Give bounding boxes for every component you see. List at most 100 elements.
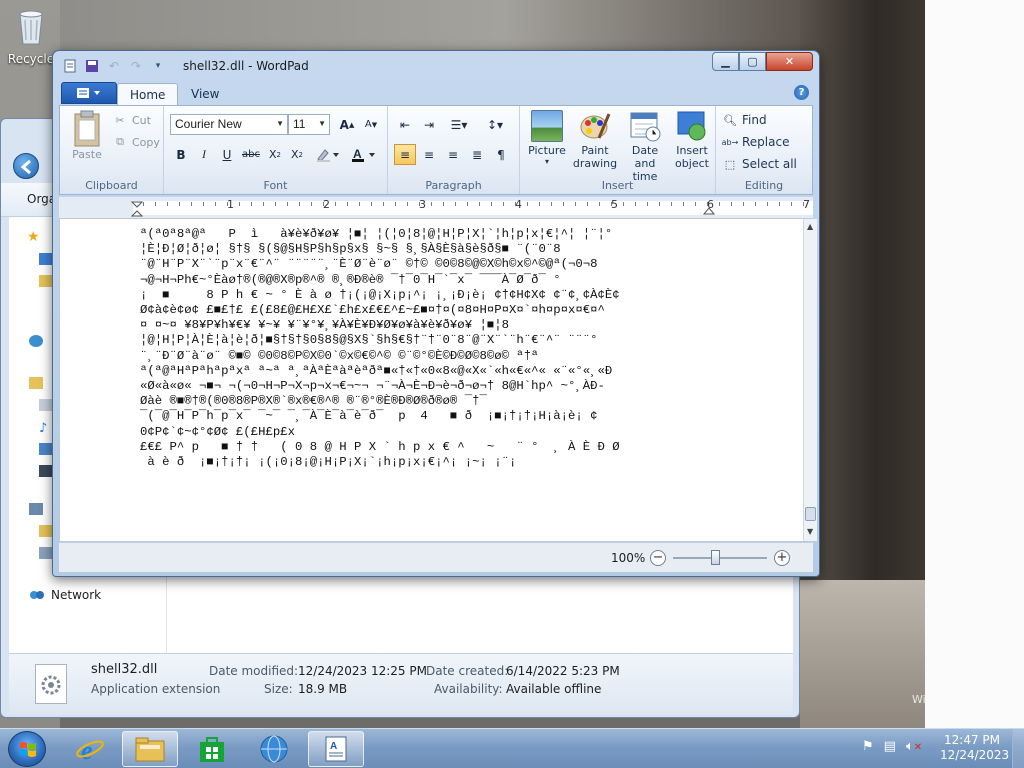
superscript-button[interactable]: X2 (286, 144, 308, 165)
taskbar-file-explorer[interactable] (122, 731, 178, 767)
start-button[interactable] (8, 731, 46, 767)
music-library-icon[interactable]: ♪ (39, 421, 53, 436)
replace-button[interactable]: ab→ Replace (722, 134, 790, 150)
taskbar-internet-explorer[interactable]: e (62, 731, 118, 767)
tab-home[interactable]: Home (117, 83, 179, 105)
document-area[interactable]: ª(ª0ª8ª@ª P ì à¥è¥ð¥ø¥ ¦■¦ ¦(¦0¦8¦@¦H¦P¦… (59, 219, 803, 541)
italic-button[interactable]: I (193, 144, 215, 165)
volume-muted-icon[interactable]: 🔈︎✕ (906, 739, 922, 754)
paint-drawing-button[interactable]: Paint drawing (572, 110, 618, 170)
zoom-slider-thumb[interactable] (711, 550, 720, 565)
underline-button[interactable]: U (216, 144, 238, 165)
libraries-icon[interactable] (29, 377, 43, 389)
highlight-color-button[interactable] (312, 144, 344, 165)
menu-icon (77, 88, 100, 98)
action-center-flag-icon[interactable]: ⚑ (862, 739, 874, 754)
subscript-button[interactable]: X2 (264, 144, 286, 165)
ruler[interactable]: 1 2 3 4 5 6 7 (59, 197, 813, 219)
details-pane: shell32.dll Application extension Date m… (9, 653, 793, 715)
tab-view[interactable]: View (179, 83, 231, 105)
ruler-tick (407, 202, 408, 206)
recycle-bin-desktop-icon[interactable]: Recycle (6, 6, 56, 66)
show-desktop-button[interactable] (1012, 729, 1024, 768)
date-time-button[interactable]: Date and time (620, 110, 670, 183)
select-all-button[interactable]: ⬚ Select all (722, 156, 797, 172)
ruler-tick (491, 202, 492, 206)
redo-icon[interactable]: ↷ (127, 57, 145, 75)
ruler-tick (323, 202, 324, 206)
ruler-tick (551, 202, 552, 206)
videos-library-icon[interactable] (39, 465, 53, 477)
taskbar-media-app[interactable] (246, 731, 302, 767)
maximize-button[interactable]: ▢ (739, 52, 766, 71)
back-button[interactable] (13, 153, 39, 179)
align-left-button[interactable]: ≡ (394, 144, 416, 165)
ruler-tick (587, 202, 588, 206)
document-text[interactable]: ª(ª0ª8ª@ª P ì à¥è¥ð¥ø¥ ¦■¦ ¦(¦0¦8¦@¦H¦P¦… (140, 227, 620, 470)
line-spacing-button[interactable]: ↕▾ (480, 114, 510, 135)
minimize-button[interactable]: ▁ (712, 52, 739, 71)
grow-font-button[interactable]: A ▲ (336, 114, 358, 135)
ruler-tick (683, 202, 684, 206)
bullets-button[interactable]: ☰▾ (444, 114, 474, 135)
decrease-indent-button[interactable]: ⇤ (394, 114, 416, 135)
status-bar: 100% − + (59, 542, 813, 572)
ruler-tick (539, 202, 540, 206)
close-button[interactable]: ✕ (766, 52, 813, 71)
drive-icon[interactable] (39, 547, 53, 559)
homegroup-icon[interactable] (29, 335, 43, 347)
picture-icon (531, 110, 563, 142)
computer-icon[interactable] (29, 503, 43, 515)
downloads-folder-icon[interactable] (39, 275, 53, 287)
indent-marker-icon[interactable] (131, 201, 143, 217)
scroll-down-icon[interactable]: ▼ (807, 527, 813, 536)
taskbar-wordpad[interactable]: A (308, 731, 364, 767)
ruler-tick (635, 202, 636, 206)
zoom-in-button[interactable]: + (774, 550, 790, 566)
vertical-scrollbar[interactable]: ▲ ▼ (803, 219, 817, 541)
window-title: shell32.dll - WordPad (183, 59, 309, 73)
zoom-out-button[interactable]: − (650, 550, 666, 566)
desktop-folder-icon[interactable] (39, 253, 53, 265)
bold-button[interactable]: B (170, 144, 192, 165)
network-status-icon[interactable]: ▤ (884, 739, 896, 754)
nav-item-network[interactable]: Network (29, 588, 101, 602)
customize-qat-icon[interactable]: ▾ (149, 57, 167, 75)
justify-button[interactable]: ≣ (466, 144, 488, 165)
font-size-select[interactable]: 11 ▼ (288, 114, 330, 135)
zoom-slider-track[interactable] (673, 557, 767, 559)
font-family-select[interactable]: Courier New ▼ (170, 114, 288, 135)
align-right-button[interactable]: ≡ (442, 144, 464, 165)
increase-indent-button[interactable]: ⇥ (418, 114, 440, 135)
undo-icon[interactable]: ↶ (105, 57, 123, 75)
paragraph-settings-button[interactable]: ¶ (490, 144, 512, 165)
copy-button[interactable]: ⧉ Copy (112, 134, 160, 150)
application-menu-button[interactable] (61, 82, 117, 104)
save-icon[interactable] (83, 57, 101, 75)
insert-object-button[interactable]: Insert object (670, 110, 714, 170)
taskbar-store[interactable] (184, 731, 240, 767)
cut-button[interactable]: ✂ Cut (112, 112, 151, 128)
recycle-bin-label: Recycle (7, 52, 55, 66)
ruler-tick (311, 202, 312, 206)
paste-button[interactable]: Paste (66, 110, 108, 161)
local-disk-icon[interactable] (39, 525, 53, 537)
strikethrough-button[interactable]: abc (240, 144, 262, 165)
title-bar[interactable]: ↶ ↷ ▾ shell32.dll - WordPad ▁ ▢ ✕ (53, 51, 819, 81)
shrink-font-button[interactable]: A ▼ (360, 114, 382, 135)
scroll-up-icon[interactable]: ▲ (807, 222, 813, 231)
system-clock[interactable]: 12:47 PM 12/24/2023 (940, 733, 1009, 763)
align-center-button[interactable]: ≡ (418, 144, 440, 165)
documents-library-icon[interactable] (39, 399, 53, 411)
ruler-number: 7 (803, 198, 810, 211)
font-color-button[interactable]: A (348, 144, 380, 165)
find-button[interactable]: 🔍︎ Find (722, 112, 767, 128)
ruler-tick (383, 202, 384, 206)
pictures-library-icon[interactable] (39, 443, 53, 455)
insert-picture-button[interactable]: Picture ▾ (524, 110, 570, 166)
favorites-star-icon[interactable]: ★ (27, 229, 41, 245)
help-icon[interactable]: ? (794, 85, 809, 100)
wordpad-app-icon[interactable] (61, 57, 79, 75)
scrollbar-thumb[interactable] (805, 507, 816, 521)
wordpad-window[interactable]: ↶ ↷ ▾ shell32.dll - WordPad ▁ ▢ ✕ Home V… (52, 50, 820, 577)
